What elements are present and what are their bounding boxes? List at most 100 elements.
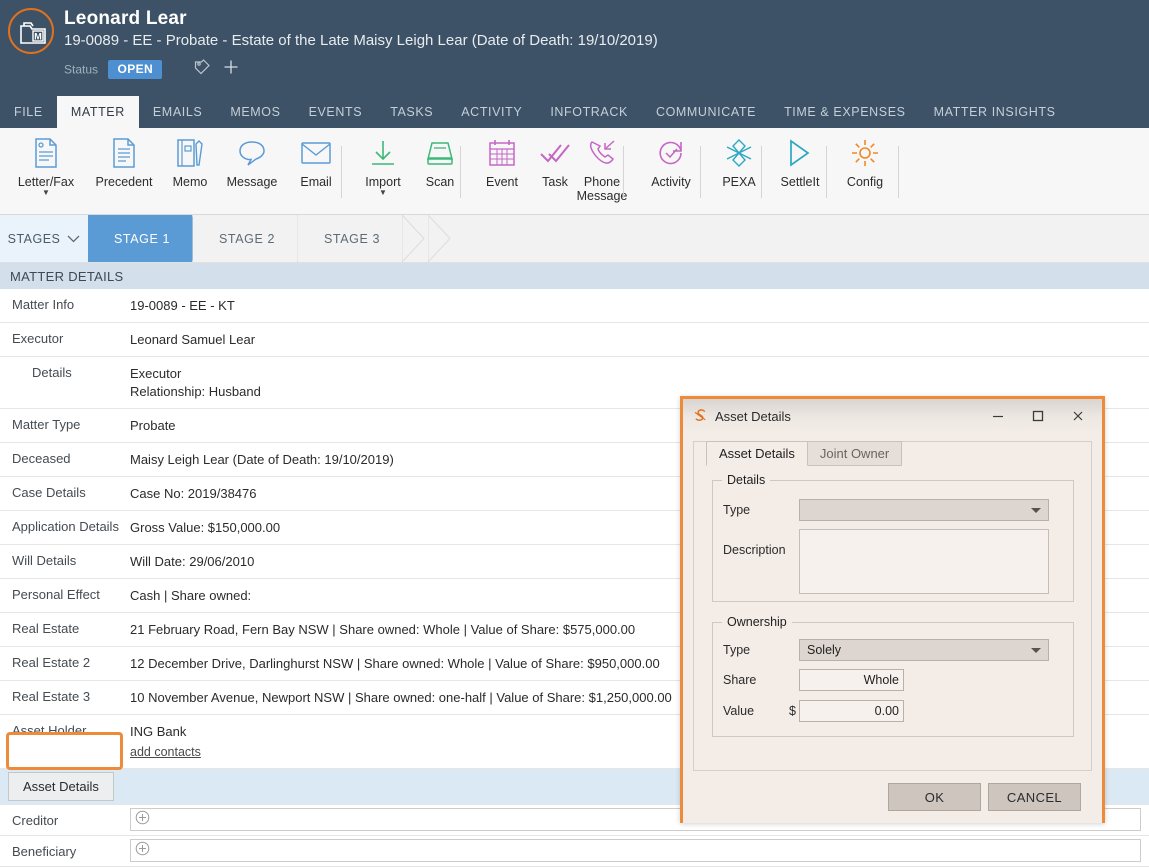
detail-row-label: Will Details <box>12 553 77 568</box>
detail-row-label: Real Estate <box>12 621 80 636</box>
minimize-icon[interactable] <box>978 402 1018 430</box>
ribbon-activity-button[interactable]: Activity <box>636 134 706 189</box>
ribbon-separator <box>761 146 762 198</box>
plus-icon[interactable] <box>223 59 239 80</box>
description-textarea[interactable] <box>799 529 1049 594</box>
detail-row-label: Details <box>32 365 72 380</box>
share-value: Whole <box>863 673 899 687</box>
tab-file[interactable]: FILE <box>0 96 57 128</box>
close-icon[interactable] <box>1058 402 1098 430</box>
tab-emails[interactable]: EMAILS <box>139 96 216 128</box>
dialog-tab-asset-details[interactable]: Asset Details <box>706 441 808 466</box>
section-header: MATTER DETAILS <box>0 263 1149 289</box>
tab-time-expenses[interactable]: TIME & EXPENSES <box>770 96 920 128</box>
detail-row-label: Matter Type <box>12 417 81 432</box>
ribbon-separator <box>700 146 701 198</box>
currency-symbol: $ <box>789 704 796 718</box>
status-badge[interactable]: OPEN <box>108 60 163 79</box>
detail-row-value: 19-0089 - EE - KT <box>130 289 1149 322</box>
speech-bubble-icon <box>217 134 287 172</box>
cancel-button[interactable]: CANCEL <box>988 783 1081 811</box>
ribbon-phone-message-button[interactable]: Phone Message <box>567 134 637 203</box>
ribbon-separator <box>826 146 827 198</box>
ribbon-settleit-button[interactable]: SettleIt <box>765 134 835 189</box>
maximize-icon[interactable] <box>1018 402 1058 430</box>
ribbon-pexa-button[interactable]: PEXA <box>704 134 774 189</box>
share-label: Share <box>723 673 757 687</box>
beneficiary-add-field[interactable] <box>130 839 1141 862</box>
ribbon-memo-button[interactable]: Memo <box>155 134 225 189</box>
tab-memos[interactable]: MEMOS <box>216 96 294 128</box>
ribbon-item-label: Memo <box>172 175 208 189</box>
ribbon-letter-fax-button[interactable]: Letter/Fax ▼ <box>11 134 81 197</box>
asset-details-dialog: Asset Details Asset Details Joint Owner D… <box>680 396 1105 823</box>
asset-type-select[interactable] <box>799 499 1049 521</box>
value-label: Value <box>723 704 755 718</box>
page-title: Leonard Lear <box>64 8 187 29</box>
tab-tasks[interactable]: TASKS <box>376 96 447 128</box>
stage-tab-3[interactable]: STAGE 3 <box>298 213 425 264</box>
ownership-type-select[interactable]: Solely <box>799 639 1049 661</box>
ribbon-message-button[interactable]: Message <box>217 134 287 189</box>
ribbon-separator <box>341 146 342 198</box>
chevron-down-icon[interactable]: ▼ <box>11 189 81 197</box>
ribbon-separator <box>623 146 624 198</box>
tab-communicate[interactable]: COMMUNICATE <box>642 96 770 128</box>
detail-row[interactable]: Executor Leonard Samuel Lear <box>0 323 1149 357</box>
stages-dropdown[interactable]: STAGES <box>0 215 88 262</box>
ownership-groupbox: Ownership Type Solely Share Whole Value <box>712 615 1074 737</box>
ribbon-item-label: Precedent <box>95 175 153 189</box>
matter-subtitle: 19-0089 - EE - Probate - Estate of the L… <box>64 32 658 49</box>
ok-button[interactable]: OK <box>888 783 981 811</box>
tab-events[interactable]: EVENTS <box>295 96 377 128</box>
tag-icon[interactable] <box>193 58 211 81</box>
pexa-star-icon <box>704 134 774 172</box>
ribbon-item-label: Message <box>226 175 278 189</box>
value-input[interactable]: 0.00 <box>799 700 904 722</box>
detail-row[interactable]: Beneficiary <box>0 836 1149 867</box>
dialog-footer: OK CANCEL <box>683 783 1102 813</box>
ownership-type-label: Type <box>723 643 751 657</box>
ribbon-separator <box>460 146 461 198</box>
detail-row-value-text: 19-0089 - EE - KT <box>130 298 235 313</box>
circle-plus-icon[interactable] <box>135 841 150 861</box>
dialog-body: Asset Details Joint Owner Details Type De… <box>683 433 1102 823</box>
gear-icon <box>830 134 900 172</box>
ribbon-precedent-button[interactable]: Precedent <box>89 134 159 189</box>
tab-matter[interactable]: MATTER <box>56 96 139 128</box>
detail-row-label: Real Estate 2 <box>12 655 91 670</box>
ribbon-item-label: Scan <box>425 175 455 189</box>
dialog-tab-joint-owner[interactable]: Joint Owner <box>806 441 903 466</box>
circle-plus-icon[interactable] <box>135 810 150 830</box>
chevron-down-icon[interactable]: ▼ <box>348 189 418 197</box>
add-contacts-link[interactable]: add contacts <box>130 743 201 761</box>
nav-tabs: FILE MATTER EMAILS MEMOS EVENTS TASKS ACTIVITY… <box>0 96 1149 128</box>
ribbon-item-label: Activity <box>651 175 691 189</box>
asset-details-button[interactable]: Asset Details <box>8 772 114 801</box>
tab-matter-insights[interactable]: MATTER INSIGHTS <box>920 96 1070 128</box>
tab-infotrack[interactable]: INFOTRACK <box>536 96 642 128</box>
detail-row-label: Beneficiary <box>12 844 77 859</box>
detail-row[interactable]: Matter Info 19-0089 - EE - KT <box>0 289 1149 323</box>
ownership-group-title: Ownership <box>722 615 792 629</box>
ribbon-config-button[interactable]: Config <box>830 134 900 189</box>
tab-activity[interactable]: ACTIVITY <box>447 96 536 128</box>
detail-row-label: Real Estate 3 <box>12 689 91 704</box>
dialog-title: Asset Details <box>715 408 791 424</box>
stage-tab-empty <box>403 213 451 264</box>
share-input[interactable]: Whole <box>799 669 904 691</box>
smokeball-s-icon <box>692 408 708 424</box>
stage-tab-1[interactable]: STAGE 1 <box>88 213 215 264</box>
dialog-tab-panel: Asset Details Joint Owner Details Type De… <box>693 441 1092 771</box>
document-lines-icon <box>89 134 159 172</box>
clock-check-icon <box>636 134 706 172</box>
ribbon-item-label: Phone Message <box>576 175 628 203</box>
detail-row-label: Matter Info <box>12 297 75 312</box>
ribbon-toolbar: Letter/Fax ▼ Precedent Memo Message Email Impo… <box>0 128 1149 215</box>
stage-arrow <box>427 213 452 264</box>
stage-tab-2[interactable]: STAGE 2 <box>193 213 320 264</box>
ribbon-scan-button[interactable]: Scan <box>405 134 475 189</box>
dialog-titlebar: Asset Details <box>683 399 1102 433</box>
details-group-title: Details <box>722 473 771 487</box>
status-label: Status <box>64 62 99 77</box>
